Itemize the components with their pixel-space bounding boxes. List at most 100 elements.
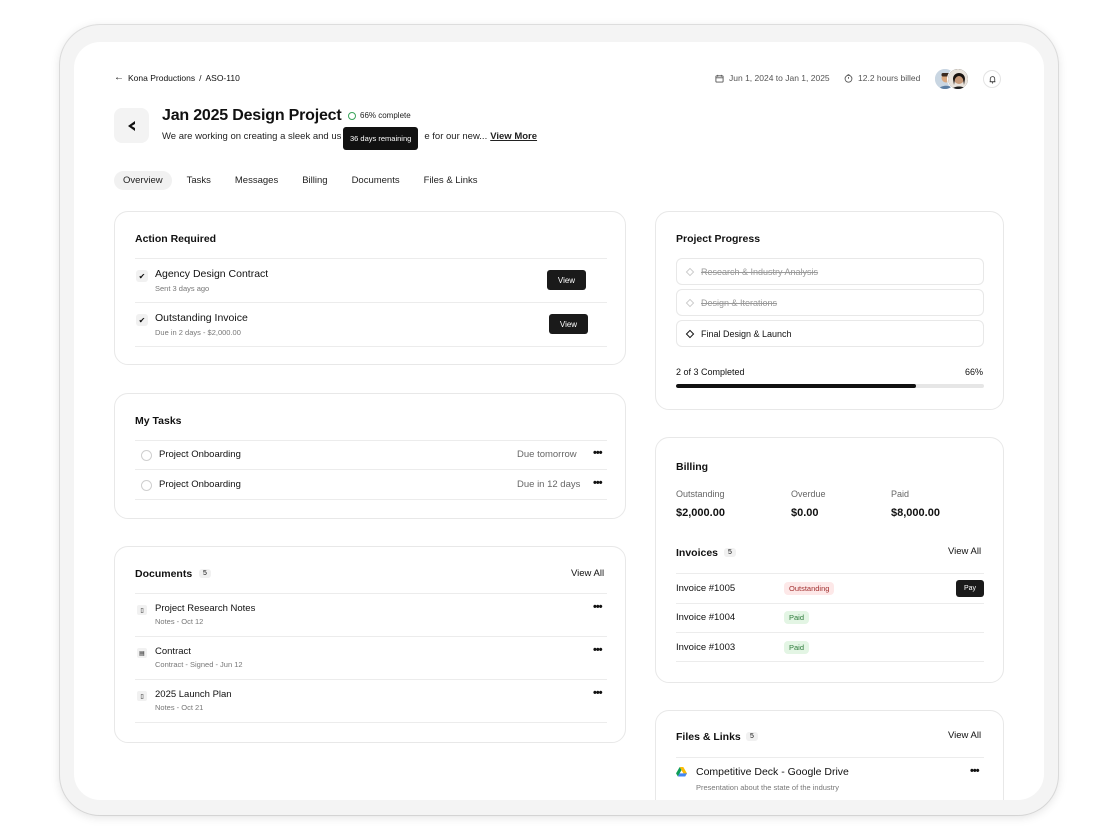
description-tail: e for our new... [424,131,488,142]
progress-step-done[interactable]: Design & Iterations [676,289,984,316]
notification-button[interactable] [983,70,1001,88]
task-checkbox[interactable] [141,480,152,491]
outstanding-label: Outstanding [676,489,725,499]
card-title: Project Progress [676,233,761,245]
progress-bar-fill [676,384,917,388]
more-options-icon[interactable]: ••• [593,644,603,656]
divider [135,636,607,637]
note-icon: ▯ [137,605,147,615]
step-label: Design & Iterations [701,297,778,308]
overdue-value: $0.00 [791,507,819,519]
task-checkbox[interactable] [141,450,152,461]
project-progress-card: Project Progress Research & Industry Ana… [655,211,1004,410]
action-item-sub: Sent 3 days ago [155,284,210,293]
card-title: Action Required [135,233,217,245]
status-badge: Paid [784,611,810,624]
overdue-label: Overdue [791,489,826,499]
status-badge: Outstanding [784,582,835,595]
view-invoice-button[interactable]: View [549,314,588,334]
more-options-icon[interactable]: ••• [593,601,603,613]
divider [135,679,607,680]
divider [135,499,607,500]
card-title: Documents [135,568,193,580]
invoice-id[interactable]: Invoice #1005 [676,583,735,594]
tab-documents[interactable]: Documents [343,171,409,190]
tab-bar: Overview Tasks Messages Billing Document… [114,171,492,190]
divider [135,440,607,441]
tab-billing[interactable]: Billing [293,171,336,190]
note-icon: ▯ [137,691,147,701]
document-title[interactable]: Contract [155,646,191,657]
more-options-icon[interactable]: ••• [970,765,980,777]
project-logo [114,108,149,143]
invoices-view-all-link[interactable]: View All [948,546,981,557]
billing-card: Billing Outstanding $2,000.00 Overdue $0… [655,437,1004,683]
files-view-all-link[interactable]: View All [948,730,981,741]
progress-pill[interactable]: 66% complete [348,111,411,120]
diamond-icon [685,329,695,338]
diamond-icon [685,267,695,276]
card-title: Billing [676,461,709,473]
more-options-icon[interactable]: ••• [593,477,603,489]
breadcrumb-project-code: ASO-110 [205,72,240,83]
breadcrumb-separator: / [199,72,202,83]
progress-pill-label: 66% complete [360,111,411,120]
more-options-icon[interactable]: ••• [593,687,603,699]
card-title: Files & Links [676,731,741,743]
progress-step-current[interactable]: Final Design & Launch [676,320,984,347]
file-sub: Presentation about the state of the indu… [696,783,840,792]
tab-files-links[interactable]: Files & Links [415,171,487,190]
task-due: Due tomorrow [517,449,577,460]
date-range-text: Jun 1, 2024 to Jan 1, 2025 [729,73,830,83]
breadcrumb-org-link[interactable]: Kona Productions [128,73,195,83]
view-contract-button[interactable]: View [547,270,586,290]
card-title: My Tasks [135,415,182,427]
count-badge: 5 [199,569,211,578]
action-item-title: Outstanding Invoice [155,312,248,324]
divider [135,722,607,723]
divider [135,469,607,470]
diamond-icon [685,298,695,307]
completed-count: 2 of 3 Completed [676,367,745,377]
my-tasks-card: My Tasks Project Onboarding Due tomorrow… [114,393,626,519]
outstanding-value: $2,000.00 [676,507,725,519]
bell-icon [989,75,995,84]
file-title[interactable]: Competitive Deck - Google Drive [696,766,849,778]
document-title[interactable]: 2025 Launch Plan [155,689,232,700]
document-title[interactable]: Project Research Notes [155,603,255,614]
status-badge: Paid [784,641,810,654]
pay-button[interactable]: Pay [956,580,984,597]
tab-tasks[interactable]: Tasks [178,171,220,190]
divider [676,632,984,633]
step-label: Final Design & Launch [701,328,792,339]
count-badge: 5 [724,548,736,557]
app-screen: ← Kona Productions / ASO-110 Jun 1, 2024… [74,42,1044,800]
documents-view-all-link[interactable]: View All [571,568,604,579]
tab-messages[interactable]: Messages [226,171,287,190]
progress-step-done[interactable]: Research & Industry Analysis [676,258,984,285]
days-remaining-tooltip: 36 days remaining [343,127,419,150]
step-label: Research & Industry Analysis [701,266,819,277]
tab-overview[interactable]: Overview [114,171,172,190]
files-links-card: Files & Links 5 View All Competitive Dec… [655,710,1004,800]
document-sub: Notes - Oct 21 [155,703,204,712]
divider [135,346,607,347]
paid-label: Paid [891,489,910,499]
more-options-icon[interactable]: ••• [593,447,603,459]
progress-ring-icon [348,111,356,120]
back-arrow-icon[interactable]: ← [114,72,124,83]
action-item-sub: Due in 2 days - $2,000.00 [155,328,241,337]
avatar[interactable] [947,68,969,90]
hours-billed-text: 12.2 hours billed [858,73,921,83]
divider [135,258,607,259]
documents-card: Documents 5 View All ▯ Project Research … [114,546,626,743]
task-due: Due in 12 days [517,479,581,490]
divider [135,302,607,303]
progress-bar [676,384,984,388]
invoice-id[interactable]: Invoice #1004 [676,612,735,623]
invoice-id[interactable]: Invoice #1003 [676,642,735,653]
divider [676,661,984,662]
view-more-link[interactable]: View More [490,131,537,142]
hours-billed: 12.2 hours billed [844,73,920,83]
action-item-title: Agency Design Contract [155,268,269,280]
